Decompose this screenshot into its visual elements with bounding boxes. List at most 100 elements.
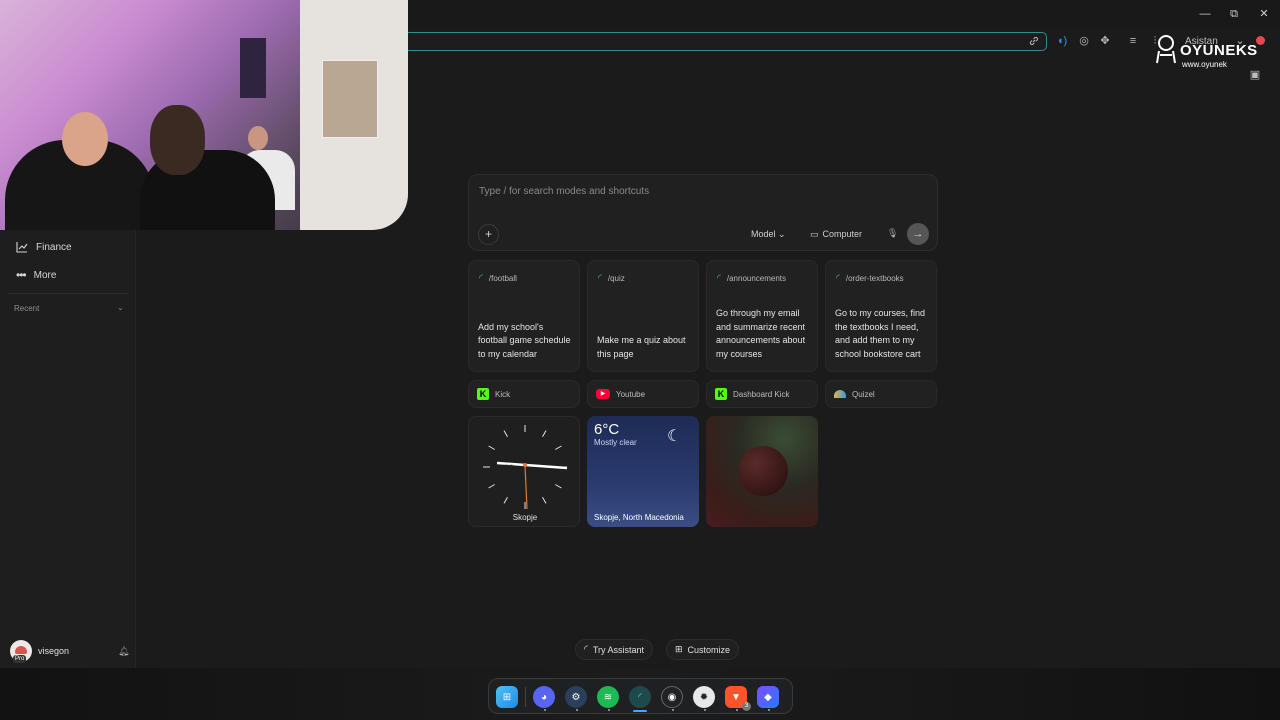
audio-icon[interactable]: ◖) xyxy=(1055,34,1069,48)
assistant-wave-icon: ◜ xyxy=(598,273,602,284)
close-button[interactable]: ✕ xyxy=(1256,6,1272,22)
address-bar[interactable] xyxy=(400,32,1047,51)
running-indicator xyxy=(576,709,578,711)
logo-url: www.oyunek xyxy=(1182,60,1227,69)
clock-city: Skopje xyxy=(512,513,538,522)
card-command: ◜ /football xyxy=(479,273,517,284)
card-command: ◜ /quiz xyxy=(598,273,625,284)
chart-icon xyxy=(16,242,28,253)
shortcut-youtube[interactable]: ▶ Youtube xyxy=(587,380,699,408)
menu-lines-icon[interactable]: ≡ xyxy=(1126,34,1140,48)
oyuneks-logo: OYUNEKS www.oyunek xyxy=(1154,33,1264,73)
assistant-wave-icon: ◜ xyxy=(479,273,483,284)
webcam-person-head xyxy=(248,126,268,150)
extension-circle-icon[interactable]: ◎ xyxy=(1077,34,1091,48)
windows-start-icon[interactable]: ⊞ xyxy=(496,686,518,708)
sidebar-item-more[interactable]: ••• More xyxy=(16,266,56,284)
assistant-wave-icon: ◜ xyxy=(717,273,721,284)
card-text: Go through my email and summarize recent… xyxy=(716,308,806,359)
suggestion-card-quiz[interactable]: ◜ /quiz Make me a quiz about this page xyxy=(587,260,699,372)
planet-image xyxy=(738,446,788,496)
dock: ⊞ ◕ ⚙ ≋ ◜ ◉ ✹ ▼ 3 ◆ xyxy=(488,678,793,714)
running-indicator xyxy=(768,709,770,711)
obs-icon[interactable]: ◉ xyxy=(661,686,683,708)
avatar[interactable]: Pro xyxy=(10,640,32,663)
card-command: ◜ /order-textbooks xyxy=(836,273,904,284)
running-indicator xyxy=(704,709,706,711)
clock-widget[interactable]: SUN Skopje xyxy=(468,416,580,527)
card-text: Go to my courses, find the textbooks I n… xyxy=(835,308,926,359)
logo-mascot-icon xyxy=(1156,35,1176,64)
card-command: ◜ /announcements xyxy=(717,273,786,284)
running-indicator xyxy=(672,709,674,711)
chevron-down-icon: ⌄ xyxy=(778,229,786,239)
divider xyxy=(8,293,128,294)
customize-button[interactable]: ⊞ Customize xyxy=(666,639,740,660)
user-name[interactable]: visegon xyxy=(38,646,69,656)
discord-icon[interactable]: ◕ xyxy=(533,686,555,708)
maximize-button[interactable]: ⧉ xyxy=(1226,6,1242,22)
clock-brand: SUN xyxy=(505,463,514,468)
comet-browser-icon[interactable]: ◜ xyxy=(629,686,651,708)
submit-button[interactable]: → xyxy=(907,223,929,245)
puzzle-icon[interactable]: ✥ xyxy=(1098,34,1112,48)
microphone-icon[interactable]: 🎙︎ xyxy=(887,228,898,239)
shortcut-kick[interactable]: K Kick xyxy=(468,380,580,408)
add-attachment-button[interactable]: + xyxy=(478,224,499,245)
shortcut-label: Quizel xyxy=(852,389,875,399)
grid-icon: ⊞ xyxy=(675,644,683,654)
user-profile[interactable]: Pro visegon xyxy=(10,640,69,663)
computer-button-label: Computer xyxy=(822,229,863,239)
card-command-label: /football xyxy=(488,274,517,283)
running-indicator xyxy=(544,709,546,711)
suggestion-card-football[interactable]: ◜ /football Add my school's football gam… xyxy=(468,260,580,372)
link-icon[interactable] xyxy=(1028,35,1040,47)
spotify-icon[interactable]: ≋ xyxy=(597,686,619,708)
weather-location: Skopje, North Macedonia xyxy=(594,513,684,522)
card-text: Add my school's football game schedule t… xyxy=(478,321,571,359)
shortcut-dashboard-kick[interactable]: K Dashboard Kick xyxy=(706,380,818,408)
model-select[interactable]: Model ⌄ xyxy=(751,229,786,240)
try-assistant-label: Try Assistant xyxy=(592,644,645,655)
logo-text: OYUNEKS xyxy=(1180,42,1258,59)
pro-badge: Pro xyxy=(13,655,27,663)
shortcut-label: Kick xyxy=(495,389,511,399)
card-text: Make me a quiz about this page xyxy=(597,335,686,359)
chevron-down-icon[interactable]: ⌄ xyxy=(117,303,124,312)
youtube-icon: ▶ xyxy=(596,389,610,399)
search-box[interactable]: Type / for search modes and shortcuts + … xyxy=(468,174,938,251)
moon-stars-icon: ☾ xyxy=(667,428,682,445)
recent-section-label[interactable]: Recent xyxy=(14,304,39,313)
webcam-poster xyxy=(322,60,378,138)
sidebar-item-label: More xyxy=(33,269,57,281)
steam-icon[interactable]: ⚙ xyxy=(565,686,587,708)
search-input[interactable]: Type / for search modes and shortcuts xyxy=(479,186,649,197)
webcam-person-head xyxy=(62,112,108,166)
webcam-overlay xyxy=(0,0,408,230)
dock-divider xyxy=(525,687,526,707)
kick-icon: K xyxy=(715,388,727,400)
app-launcher-icon[interactable]: ◆ xyxy=(757,686,779,708)
computer-button[interactable]: ▭ Computer xyxy=(810,229,862,240)
weather-widget[interactable]: 6°C Mostly clear ☾ Skopje, North Macedon… xyxy=(587,416,699,527)
weather-temperature: 6°C xyxy=(594,421,620,438)
kick-icon: K xyxy=(477,388,489,400)
sidebar-item-finance[interactable]: Finance xyxy=(16,238,72,256)
browser-window: — ⧉ ✕ ◖) ◎ ✥ ≡ ⫶ Asistan ⌄ ▣ OYUNEKS www… xyxy=(0,0,1280,668)
assistant-wave-icon: ◜ xyxy=(584,644,588,655)
monitor-icon: ▭ xyxy=(810,229,819,239)
brave-badge: 3 xyxy=(742,702,751,711)
bell-icon[interactable]: 🔔︎ xyxy=(118,646,129,657)
steelseries-icon[interactable]: ✹ xyxy=(693,686,715,708)
try-assistant-button[interactable]: ◜ Try Assistant xyxy=(575,639,654,660)
suggestion-card-order-textbooks[interactable]: ◜ /order-textbooks Go to my courses, fin… xyxy=(825,260,937,372)
wallpaper-widget[interactable] xyxy=(706,416,818,527)
webcam-person-head xyxy=(150,105,205,175)
shortcut-quizel[interactable]: Quizel xyxy=(825,380,937,408)
weather-condition: Mostly clear xyxy=(594,438,637,447)
running-indicator xyxy=(736,709,738,711)
minimize-button[interactable]: — xyxy=(1197,6,1213,22)
avatar-image xyxy=(15,646,27,654)
analog-clock: SUN xyxy=(483,425,568,510)
suggestion-card-announcements[interactable]: ◜ /announcements Go through my email and… xyxy=(706,260,818,372)
